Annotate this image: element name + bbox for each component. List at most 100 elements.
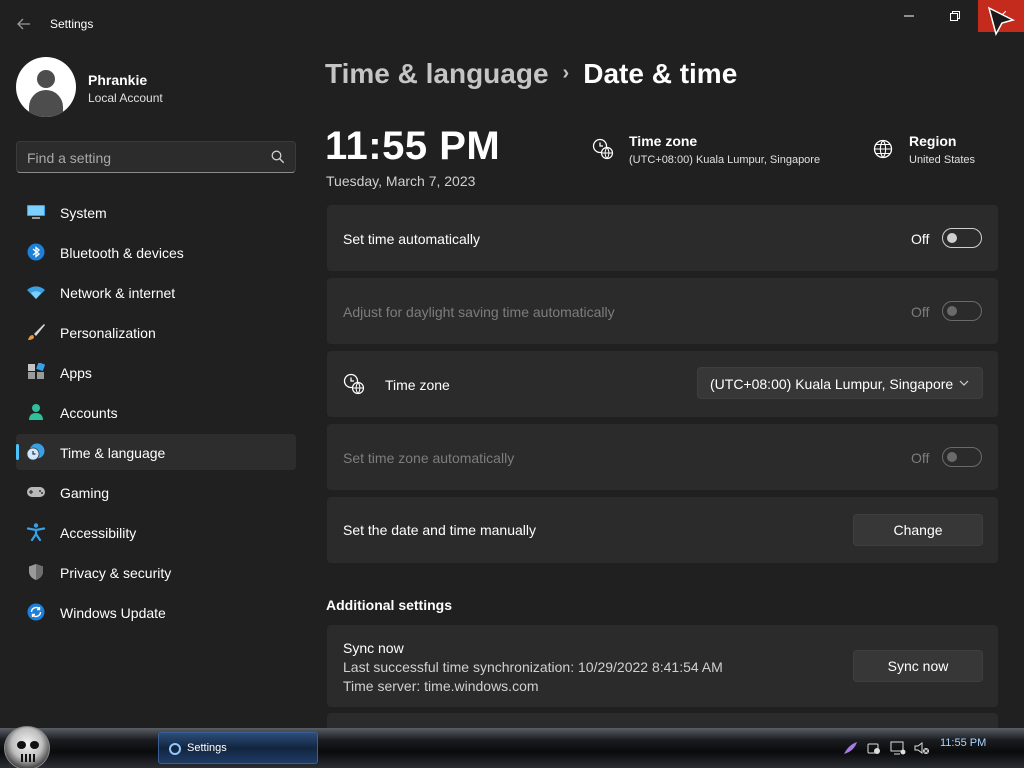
toggle-state-text: Off — [911, 450, 930, 466]
bluetooth-icon — [27, 243, 45, 261]
sync-last-time: Last successful time synchronization: 10… — [343, 659, 723, 675]
brush-icon — [28, 324, 45, 340]
manual-date-time-card: Set the date and time manually Change — [327, 497, 998, 563]
sync-title: Sync now — [343, 640, 404, 656]
minimize-button[interactable] — [886, 0, 932, 32]
timezone-label: Time zone — [385, 377, 450, 393]
battery-icon[interactable] — [866, 740, 882, 756]
sidebar-item-label: Windows Update — [60, 605, 166, 621]
title-bar: Settings — [0, 0, 1024, 48]
feather-icon[interactable] — [842, 740, 858, 756]
volume-muted-icon[interactable] — [914, 740, 930, 756]
user-profile[interactable]: Phrankie Local Account — [16, 57, 296, 117]
toggle-state-text: Off — [911, 304, 930, 320]
timezone-info: Time zone (UTC+08:00) Kuala Lumpur, Sing… — [592, 133, 852, 173]
timezone-automatically-toggle[interactable] — [942, 447, 982, 467]
taskbar-settings-button[interactable]: Settings — [158, 732, 318, 764]
restore-icon — [950, 11, 960, 21]
current-date: Tuesday, March 7, 2023 — [326, 173, 476, 189]
change-button[interactable]: Change — [853, 514, 983, 546]
sidebar-item-privacy[interactable]: Privacy & security — [16, 554, 296, 590]
sidebar-item-network[interactable]: Network & internet — [16, 274, 296, 310]
clock-globe-icon — [592, 138, 614, 160]
daylight-saving-label: Adjust for daylight saving time automati… — [343, 304, 615, 320]
breadcrumb: Time & language › Date & time — [325, 58, 737, 90]
mouse-cursor-icon — [987, 6, 1016, 37]
search-placeholder: Find a setting — [27, 150, 112, 166]
next-card-partial — [327, 713, 998, 728]
gear-icon — [169, 743, 181, 755]
sidebar-item-label: Accounts — [60, 405, 118, 421]
sidebar-item-apps[interactable]: Apps — [16, 354, 296, 390]
current-time: 11:55 PM — [325, 124, 501, 168]
breadcrumb-parent[interactable]: Time & language — [325, 58, 549, 89]
set-time-automatically-toggle[interactable] — [942, 228, 982, 248]
sidebar-item-system[interactable]: System — [16, 194, 296, 230]
accessibility-icon — [26, 523, 46, 541]
minimize-icon — [904, 15, 914, 17]
globe-icon — [873, 139, 893, 159]
sidebar-item-label: Network & internet — [60, 285, 176, 301]
timezone-automatically-card: Set time zone automatically Off — [327, 424, 998, 490]
search-input[interactable]: Find a setting — [16, 141, 296, 173]
region-info: Region United States — [872, 133, 1002, 173]
set-time-automatically-card: Set time automatically Off — [327, 205, 998, 271]
region-title: Region — [909, 133, 957, 149]
shield-icon — [29, 564, 43, 580]
timezone-dropdown[interactable]: (UTC+08:00) Kuala Lumpur, Singapore — [697, 367, 983, 399]
taskbar: Settings 11:55 PM — [0, 726, 1024, 768]
start-button[interactable] — [4, 726, 50, 768]
daylight-saving-toggle[interactable] — [942, 301, 982, 321]
timezone-card: Time zone (UTC+08:00) Kuala Lumpur, Sing… — [327, 351, 998, 417]
clock-globe-icon — [343, 373, 365, 395]
sidebar-nav: System Bluetooth & devices Network & int… — [16, 194, 296, 634]
set-time-automatically-label: Set time automatically — [343, 231, 480, 247]
sidebar-item-label: Gaming — [60, 485, 110, 501]
sidebar-item-label: Apps — [60, 365, 92, 381]
sidebar-item-windows-update[interactable]: Windows Update — [16, 594, 296, 630]
sync-now-button[interactable]: Sync now — [853, 650, 983, 682]
sidebar-item-label: Accessibility — [60, 525, 137, 541]
sidebar-item-label: System — [60, 205, 107, 221]
sidebar-item-bluetooth[interactable]: Bluetooth & devices — [16, 234, 296, 270]
system-icon — [27, 205, 45, 219]
network-monitor-icon[interactable] — [890, 740, 906, 756]
account-type: Local Account — [88, 91, 163, 105]
daylight-saving-card: Adjust for daylight saving time automati… — [327, 278, 998, 344]
restore-button[interactable] — [932, 0, 978, 32]
sidebar-item-accounts[interactable]: Accounts — [16, 394, 296, 430]
sidebar-item-time-language[interactable]: Time & language — [16, 434, 296, 470]
timezone-selected: (UTC+08:00) Kuala Lumpur, Singapore — [710, 376, 954, 392]
gamepad-icon — [27, 487, 45, 497]
breadcrumb-separator: › — [562, 62, 570, 84]
avatar — [16, 57, 76, 117]
network-icon — [27, 286, 45, 299]
timezone-title: Time zone — [629, 133, 698, 149]
timezone-automatically-label: Set time zone automatically — [343, 450, 515, 466]
back-arrow-icon — [17, 18, 30, 30]
sync-now-card: Sync now Last successful time synchroniz… — [327, 625, 998, 707]
taskbar-app-label: Settings — [187, 742, 227, 754]
app-title: Settings — [50, 17, 94, 31]
sidebar-item-label: Bluetooth & devices — [60, 245, 184, 261]
accounts-icon — [29, 404, 43, 420]
chevron-down-icon — [959, 380, 969, 386]
search-icon[interactable] — [271, 150, 285, 164]
sidebar-item-accessibility[interactable]: Accessibility — [16, 514, 296, 550]
sidebar-item-gaming[interactable]: Gaming — [16, 474, 296, 510]
timezone-value: (UTC+08:00) Kuala Lumpur, Singapore — [629, 154, 821, 166]
update-icon — [27, 603, 45, 621]
sidebar-item-personalization[interactable]: Personalization — [16, 314, 296, 350]
user-name: Phrankie — [88, 72, 148, 88]
back-button[interactable] — [12, 12, 36, 36]
sidebar-item-label: Privacy & security — [60, 565, 172, 581]
sidebar-item-label: Time & language — [60, 445, 166, 461]
manual-date-time-label: Set the date and time manually — [343, 522, 537, 538]
sidebar-item-label: Personalization — [60, 325, 156, 341]
taskbar-clock[interactable]: 11:55 PM — [940, 737, 986, 749]
clock-globe-icon — [26, 443, 45, 461]
page-title: Date & time — [583, 58, 738, 89]
region-value: United States — [909, 154, 976, 166]
apps-icon — [28, 363, 46, 379]
toggle-state-text: Off — [911, 231, 930, 247]
